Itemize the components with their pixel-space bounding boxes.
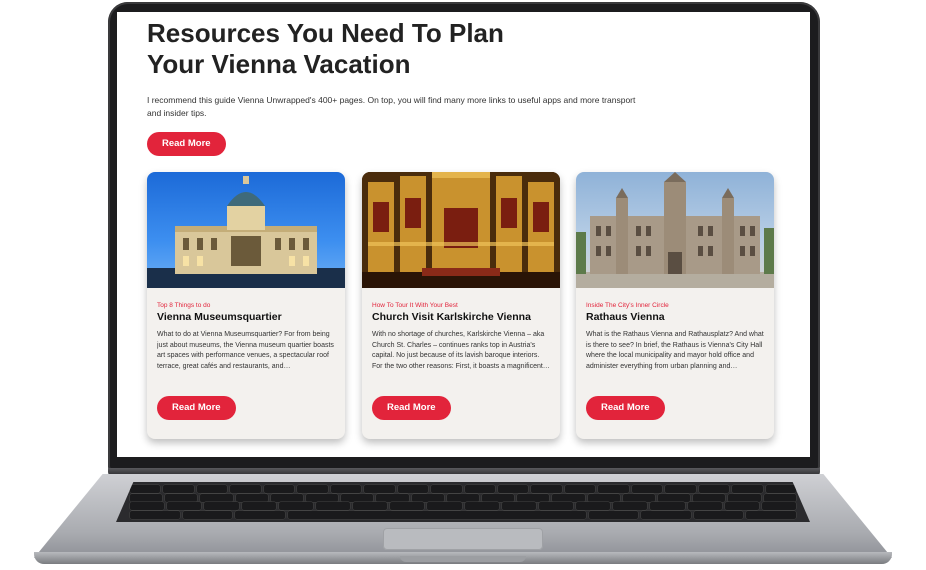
card-read-more-button[interactable]: Read More — [372, 396, 451, 420]
card-rathaus[interactable]: Inside The City's Inner Circle Rathaus V… — [576, 172, 774, 439]
laptop-screen: Resources You Need To Plan Your Vienna V… — [117, 12, 810, 457]
card-tag: Top 8 Things to do — [157, 302, 211, 309]
card-tag: How To Tour It With Your Best — [372, 302, 458, 309]
card-read-more-button[interactable]: Read More — [157, 396, 236, 420]
laptop-trackpad — [383, 528, 543, 550]
church-interior-icon — [362, 172, 560, 288]
card-excerpt: What to do at Vienna Museumsquartier? Fo… — [157, 331, 334, 370]
card-title[interactable]: Vienna Museumsquartier — [157, 311, 335, 323]
card-title[interactable]: Rathaus Vienna — [586, 311, 764, 323]
card-title[interactable]: Church Visit Karlskirche Vienna — [372, 311, 550, 323]
card-excerpt: With no shortage of churches, Karlskirch… — [372, 331, 550, 370]
domed-building-icon — [147, 172, 345, 288]
card-excerpt: What is the Rathaus Vienna and Rathauspl… — [586, 331, 764, 370]
city-hall-icon — [576, 172, 774, 288]
hero-read-more-button[interactable]: Read More — [147, 132, 226, 156]
card-karlskirche[interactable]: How To Tour It With Your Best Church Vis… — [362, 172, 560, 439]
laptop-notch — [400, 556, 526, 562]
card-tag: Inside The City's Inner Circle — [586, 302, 669, 309]
page-title: Resources You Need To Plan Your Vienna V… — [147, 18, 504, 79]
laptop-keyboard — [116, 482, 810, 522]
card-read-more-button[interactable]: Read More — [586, 396, 665, 420]
card-museumsquartier[interactable]: Top 8 Things to do Vienna Museumsquartie… — [147, 172, 345, 439]
intro-text: I recommend this guide Vienna Unwrapped'… — [147, 95, 636, 118]
